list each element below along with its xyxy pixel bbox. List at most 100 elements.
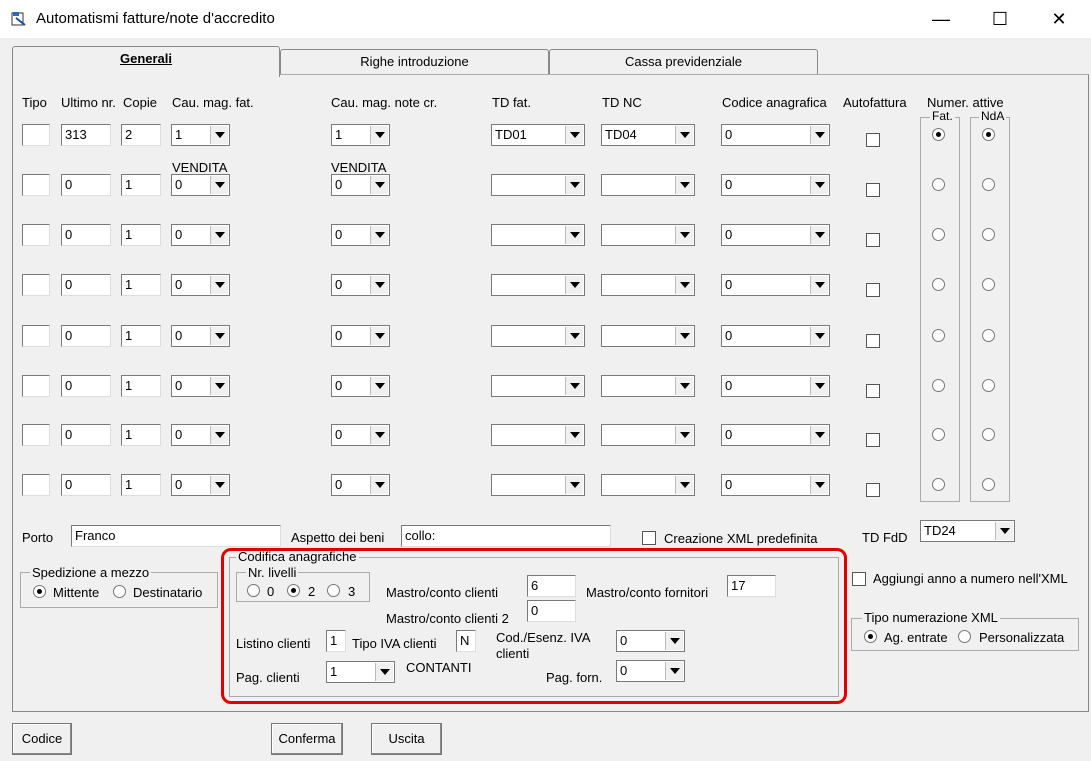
- copie-input[interactable]: 1: [121, 174, 161, 196]
- chevron-down-icon[interactable]: [810, 377, 828, 395]
- autofattura-checkbox[interactable]: [866, 183, 880, 197]
- chevron-down-icon[interactable]: [565, 476, 583, 494]
- chevron-down-icon[interactable]: [995, 522, 1013, 540]
- copie-input[interactable]: 1: [121, 375, 161, 397]
- chevron-down-icon[interactable]: [370, 176, 388, 194]
- ultimo-nr-input[interactable]: 0: [61, 224, 111, 246]
- tab-cassa-previdenziale[interactable]: Cassa previdenziale: [549, 49, 818, 75]
- minimize-button[interactable]: —: [913, 0, 969, 38]
- chevron-down-icon[interactable]: [370, 476, 388, 494]
- radio-nda[interactable]: [982, 329, 995, 342]
- chevron-down-icon[interactable]: [370, 276, 388, 294]
- chevron-down-icon[interactable]: [210, 126, 228, 144]
- cau-note-select[interactable]: 1: [331, 124, 390, 146]
- ultimo-nr-input[interactable]: 0: [61, 474, 111, 496]
- codice-anagrafica-select[interactable]: 0: [721, 424, 830, 446]
- chevron-down-icon[interactable]: [210, 327, 228, 345]
- autofattura-checkbox[interactable]: [866, 233, 880, 247]
- tipo-input[interactable]: [22, 424, 50, 446]
- chevron-down-icon[interactable]: [565, 377, 583, 395]
- autofattura-checkbox[interactable]: [866, 334, 880, 348]
- ultimo-nr-input[interactable]: 0: [61, 174, 111, 196]
- cau-note-select[interactable]: 0: [331, 375, 390, 397]
- chevron-down-icon[interactable]: [210, 176, 228, 194]
- chevron-down-icon[interactable]: [675, 426, 693, 444]
- ultimo-nr-input[interactable]: 0: [61, 325, 111, 347]
- chevron-down-icon[interactable]: [370, 327, 388, 345]
- cau-fat-select[interactable]: 0: [171, 375, 230, 397]
- chevron-down-icon[interactable]: [675, 126, 693, 144]
- aggiungi-anno-checkbox[interactable]: [852, 572, 866, 586]
- cau-fat-select[interactable]: 1: [171, 124, 230, 146]
- td-nc-select[interactable]: [601, 375, 695, 397]
- radio-fat[interactable]: [932, 178, 945, 191]
- cau-fat-select[interactable]: 0: [171, 424, 230, 446]
- radio-fat[interactable]: [932, 428, 945, 441]
- chevron-down-icon[interactable]: [810, 426, 828, 444]
- tipo-input[interactable]: [22, 174, 50, 196]
- chevron-down-icon[interactable]: [675, 176, 693, 194]
- radio-personalizzata[interactable]: [958, 630, 971, 643]
- td-fat-select[interactable]: [491, 424, 585, 446]
- chevron-down-icon[interactable]: [565, 327, 583, 345]
- autofattura-checkbox[interactable]: [866, 283, 880, 297]
- chevron-down-icon[interactable]: [370, 377, 388, 395]
- uscita-button[interactable]: Uscita: [371, 723, 442, 755]
- ultimo-nr-input[interactable]: 0: [61, 274, 111, 296]
- tab-righe-introduzione[interactable]: Righe introduzione: [280, 49, 549, 75]
- codice-anagrafica-select[interactable]: 0: [721, 224, 830, 246]
- maximize-button[interactable]: ☐: [972, 0, 1028, 38]
- copie-input[interactable]: 1: [121, 325, 161, 347]
- cau-note-select[interactable]: 0: [331, 174, 390, 196]
- radio-fat[interactable]: [932, 329, 945, 342]
- td-fat-select[interactable]: [491, 474, 585, 496]
- chevron-down-icon[interactable]: [675, 226, 693, 244]
- cau-note-select[interactable]: 0: [331, 274, 390, 296]
- chevron-down-icon[interactable]: [210, 226, 228, 244]
- radio-fat[interactable]: [932, 228, 945, 241]
- chevron-down-icon[interactable]: [675, 327, 693, 345]
- td-nc-select[interactable]: [601, 224, 695, 246]
- tab-generali[interactable]: Generali: [12, 46, 280, 77]
- copie-input[interactable]: 1: [121, 424, 161, 446]
- codice-anagrafica-select[interactable]: 0: [721, 474, 830, 496]
- tipo-input[interactable]: [22, 375, 50, 397]
- autofattura-checkbox[interactable]: [866, 384, 880, 398]
- chevron-down-icon[interactable]: [565, 426, 583, 444]
- creazione-xml-checkbox[interactable]: [642, 531, 656, 545]
- radio-fat[interactable]: [932, 379, 945, 392]
- td-nc-select[interactable]: [601, 274, 695, 296]
- tipo-input[interactable]: [22, 325, 50, 347]
- chevron-down-icon[interactable]: [210, 426, 228, 444]
- codice-anagrafica-select[interactable]: 0: [721, 124, 830, 146]
- tipo-input[interactable]: [22, 224, 50, 246]
- porto-input[interactable]: Franco: [71, 525, 281, 547]
- autofattura-checkbox[interactable]: [866, 433, 880, 447]
- ultimo-nr-input[interactable]: 313: [61, 124, 111, 146]
- chevron-down-icon[interactable]: [810, 226, 828, 244]
- radio-fat[interactable]: [932, 128, 945, 141]
- chevron-down-icon[interactable]: [565, 276, 583, 294]
- codice-anagrafica-select[interactable]: 0: [721, 375, 830, 397]
- chevron-down-icon[interactable]: [675, 377, 693, 395]
- radio-nda[interactable]: [982, 128, 995, 141]
- td-nc-select[interactable]: [601, 325, 695, 347]
- cau-fat-select[interactable]: 0: [171, 174, 230, 196]
- chevron-down-icon[interactable]: [370, 226, 388, 244]
- tipo-input[interactable]: [22, 124, 50, 146]
- td-nc-select[interactable]: TD04: [601, 124, 695, 146]
- copie-input[interactable]: 1: [121, 274, 161, 296]
- radio-ag-entrate[interactable]: [864, 630, 877, 643]
- chevron-down-icon[interactable]: [210, 377, 228, 395]
- td-nc-select[interactable]: [601, 424, 695, 446]
- td-fat-select[interactable]: [491, 224, 585, 246]
- chevron-down-icon[interactable]: [370, 126, 388, 144]
- cau-fat-select[interactable]: 0: [171, 474, 230, 496]
- copie-input[interactable]: 2: [121, 124, 161, 146]
- chevron-down-icon[interactable]: [810, 327, 828, 345]
- radio-nda[interactable]: [982, 178, 995, 191]
- chevron-down-icon[interactable]: [565, 126, 583, 144]
- aspetto-input[interactable]: collo:: [401, 525, 611, 547]
- copie-input[interactable]: 1: [121, 224, 161, 246]
- cau-note-select[interactable]: 0: [331, 224, 390, 246]
